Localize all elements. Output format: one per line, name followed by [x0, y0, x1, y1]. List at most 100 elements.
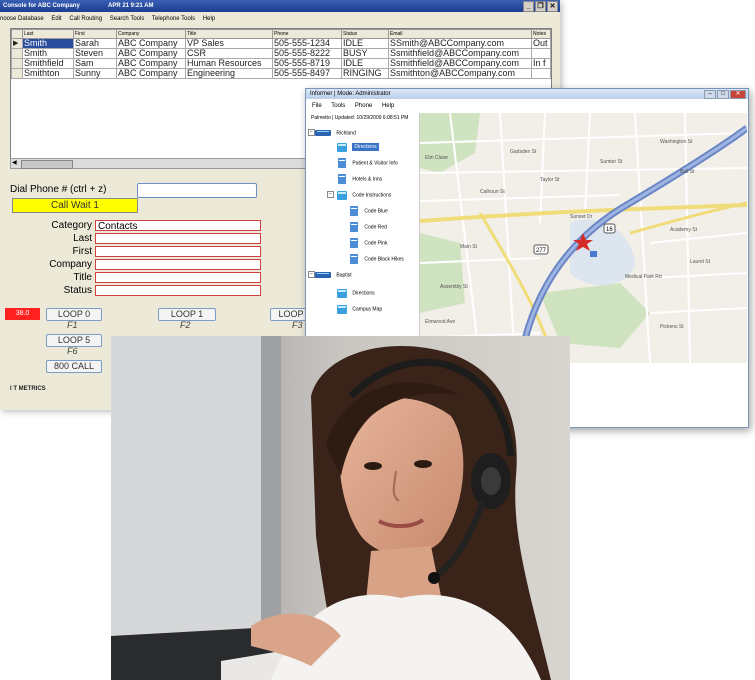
col-phone[interactable]: Phone [272, 29, 342, 39]
menu-help[interactable]: Help [382, 103, 394, 109]
tree-label: Hotels & Inns [352, 176, 383, 183]
row-indicator [11, 48, 23, 59]
cell-company[interactable]: ABC Company [116, 38, 186, 49]
collapse-icon[interactable]: − [308, 271, 315, 278]
folder-icon [337, 289, 347, 298]
restore-icon[interactable]: ❐ [535, 1, 546, 12]
cell-email[interactable]: Ssmithton@ABCCompany.com [388, 68, 532, 79]
tree-node-directions-2[interactable]: Directions [336, 287, 375, 299]
tree-node-hotels[interactable]: Hotels & Inns [336, 173, 382, 185]
cell-company[interactable]: ABC Company [116, 48, 186, 59]
scroll-left-icon[interactable]: ◀ [12, 159, 17, 168]
title-field[interactable] [95, 272, 261, 283]
table-row[interactable]: Smithton Sunny ABC Company Engineering 5… [11, 68, 551, 79]
collapse-icon[interactable]: − [308, 129, 315, 136]
tree-node-code-black[interactable]: Code Black Hikes [348, 253, 404, 265]
cell-phone[interactable]: 505-555-8222 [272, 48, 342, 59]
cell-email[interactable]: Ssmithfield@ABCCompany.com [388, 58, 532, 69]
cell-title[interactable]: Engineering [185, 68, 273, 79]
f2-key-label: F2 [180, 320, 191, 330]
table-row[interactable]: Smith Steven ABC Company CSR 505-555-822… [11, 48, 551, 59]
tree-node-code-blue[interactable]: Code Blue [348, 205, 388, 217]
menu-database[interactable]: noose Database [0, 16, 44, 22]
scrollbar-thumb[interactable] [21, 160, 73, 169]
cell-first[interactable]: Sam [73, 58, 117, 69]
tree-node-code-instructions[interactable]: − Code Instructions [327, 189, 391, 201]
800-call-button[interactable]: 800 CALL [46, 360, 102, 373]
company-field[interactable] [95, 259, 261, 270]
col-last[interactable]: Last [22, 29, 74, 39]
col-first[interactable]: First [73, 29, 117, 39]
last-row: Last [0, 233, 270, 245]
informer-menubar: File Tools Phone Help [312, 103, 402, 109]
call-wait-button[interactable]: Call Wait 1 [12, 198, 138, 213]
menu-edit[interactable]: Edit [51, 16, 61, 22]
category-row: Category Contacts [0, 220, 270, 232]
cell-notes[interactable]: Out [531, 38, 551, 49]
cell-company[interactable]: ABC Company [116, 58, 186, 69]
console-datetime: APR 21 9:21 AM [108, 3, 154, 9]
status-label: Status [63, 285, 92, 296]
cell-first[interactable]: Sarah [73, 38, 117, 49]
cell-notes[interactable]: In f [531, 58, 551, 69]
menu-call-routing[interactable]: Call Routing [69, 16, 102, 22]
cell-status[interactable]: BUSY [341, 48, 389, 59]
menu-tools[interactable]: Tools [331, 103, 345, 109]
col-status[interactable]: Status [341, 29, 389, 39]
minimize-icon[interactable]: _ [523, 1, 534, 12]
tree-node-richland[interactable]: − Richland [308, 129, 356, 137]
tree-node-code-red[interactable]: Code Red [348, 221, 387, 233]
map-label: Elm Claire [425, 155, 448, 161]
cell-last[interactable]: Smith [22, 38, 74, 49]
street-map[interactable]: 277 16 Elm Claire Sunset Dr Academy St M… [419, 113, 747, 363]
cell-title[interactable]: VP Sales [185, 38, 273, 49]
table-row[interactable]: ▶ Smith Sarah ABC Company VP Sales 505-5… [11, 38, 551, 49]
menu-help[interactable]: Help [203, 16, 215, 22]
tree-node-baptist[interactable]: − Baptist [308, 271, 352, 279]
tree-node-code-pink[interactable]: Code Pink [348, 237, 387, 249]
col-notes[interactable]: Notes [531, 29, 551, 39]
cell-notes[interactable] [531, 68, 551, 79]
cell-title[interactable]: Human Resources [185, 58, 273, 69]
cell-status[interactable]: IDLE [341, 38, 389, 49]
category-field[interactable]: Contacts [95, 220, 261, 232]
collapse-icon[interactable]: − [327, 191, 334, 198]
tree-node-directions[interactable]: Directions [336, 141, 379, 153]
cell-status[interactable]: IDLE [341, 58, 389, 69]
tree-node-campus-map[interactable]: Campus Map [336, 303, 382, 315]
menu-file[interactable]: File [312, 103, 322, 109]
close-icon[interactable]: ✕ [547, 1, 558, 12]
cell-last[interactable]: Smithton [22, 68, 74, 79]
cell-last[interactable]: Smith [22, 48, 74, 59]
cell-status[interactable]: RINGING [341, 68, 389, 79]
cell-phone[interactable]: 505-555-1234 [272, 38, 342, 49]
cell-email[interactable]: Ssmithfield@ABCCompany.com [388, 48, 532, 59]
cell-email[interactable]: SSmith@ABCCompany.com [388, 38, 532, 49]
grid-header: Last First Company Title Phone Status Em… [11, 29, 551, 39]
menu-phone[interactable]: Phone [355, 103, 372, 109]
cell-first[interactable]: Steven [73, 48, 117, 59]
first-field[interactable] [95, 246, 261, 257]
dial-phone-input[interactable] [137, 183, 257, 198]
tree-node-patient-visitor-info[interactable]: Patient & Visitor Info [336, 157, 398, 169]
maximize-icon[interactable]: □ [717, 90, 729, 99]
cell-phone[interactable]: 505-555-8497 [272, 68, 342, 79]
minimize-icon[interactable]: – [704, 90, 716, 99]
table-row[interactable]: Smithfield Sam ABC Company Human Resourc… [11, 58, 551, 69]
cell-first[interactable]: Sunny [73, 68, 117, 79]
menu-telephone-tools[interactable]: Telephone Tools [152, 16, 195, 22]
cell-company[interactable]: ABC Company [116, 68, 186, 79]
col-company[interactable]: Company [116, 29, 186, 39]
cell-title[interactable]: CSR [185, 48, 273, 59]
col-title[interactable]: Title [185, 29, 273, 39]
menu-search-tools[interactable]: Search Tools [110, 16, 145, 22]
col-email[interactable]: Email [388, 29, 532, 39]
last-field[interactable] [95, 233, 261, 244]
status-field[interactable] [95, 285, 261, 296]
cell-last[interactable]: Smithfield [22, 58, 74, 69]
cell-notes[interactable] [531, 48, 551, 59]
tree-label: Directions [352, 290, 375, 297]
cell-phone[interactable]: 505-555-8719 [272, 58, 342, 69]
close-icon[interactable]: ✕ [730, 90, 746, 99]
document-icon [350, 254, 358, 264]
